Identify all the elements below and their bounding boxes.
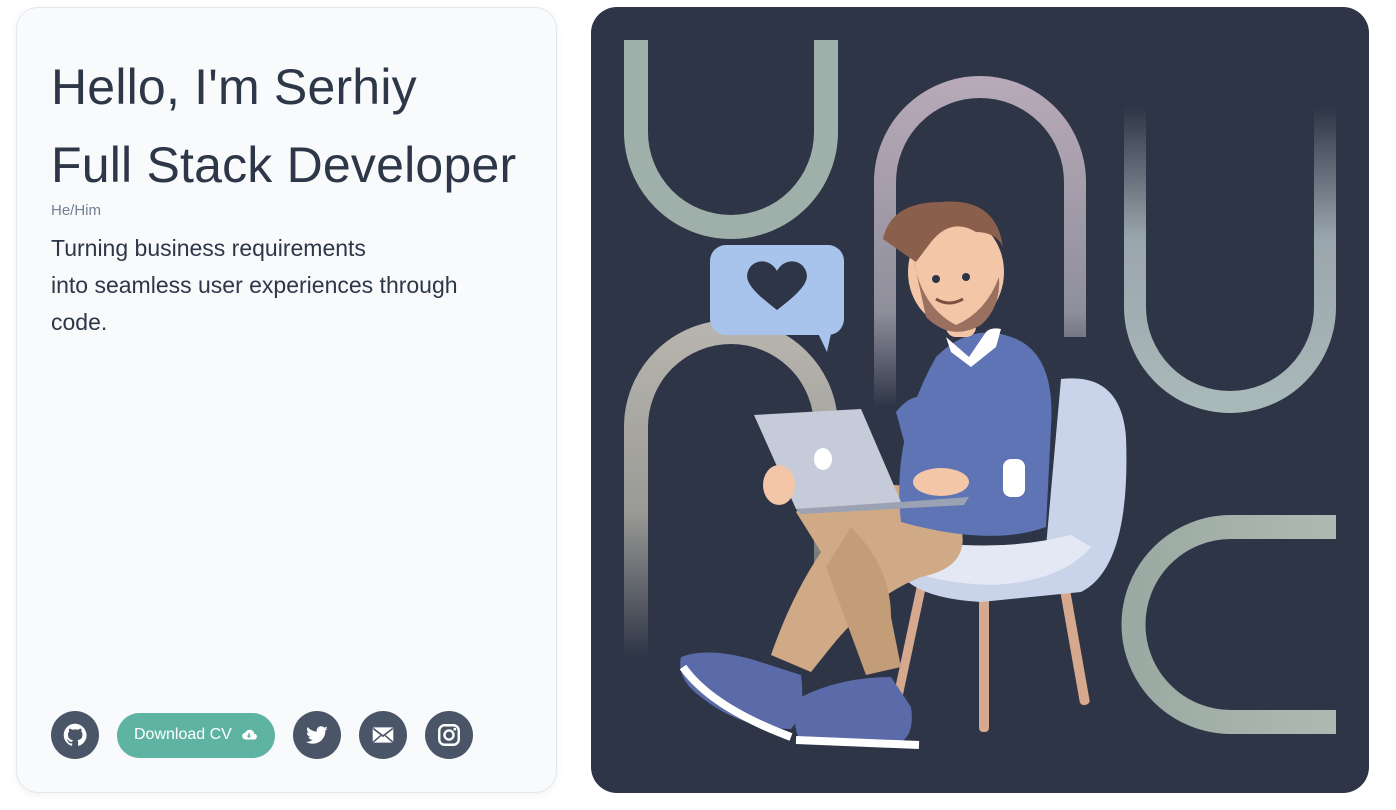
github-icon [63,723,87,746]
download-cv-button[interactable]: Download CV [117,712,275,758]
pronouns-label: He/Him [51,202,102,219]
instagram-button[interactable] [424,711,473,759]
decorative-c-shape [1121,515,1336,734]
mail-icon [372,727,394,743]
twitter-icon [305,726,328,744]
tagline-line: into seamless user experiences through [51,272,458,298]
role-heading: Full Stack Developer [51,137,517,193]
decorative-u-shape [624,40,838,239]
github-button[interactable] [51,711,99,759]
social-actions: Download CV [51,711,473,759]
intro-card: Hello, I'm Serhiy Full Stack Developer H… [16,7,557,793]
tagline: Turning business requirements into seaml… [51,230,511,341]
greeting-heading: Hello, I'm Serhiy [51,59,417,115]
cloud-download-icon [242,729,257,740]
twitter-button[interactable] [292,711,341,759]
decorative-u-shape-right [1124,107,1336,413]
download-cv-label: Download CV [134,726,232,743]
tagline-line: Turning business requirements [51,235,366,261]
instagram-icon [437,724,460,746]
developer-illustration [624,40,1336,749]
hero-illustration-panel [591,7,1369,793]
email-button[interactable] [358,711,407,759]
tagline-line: code. [51,309,108,335]
